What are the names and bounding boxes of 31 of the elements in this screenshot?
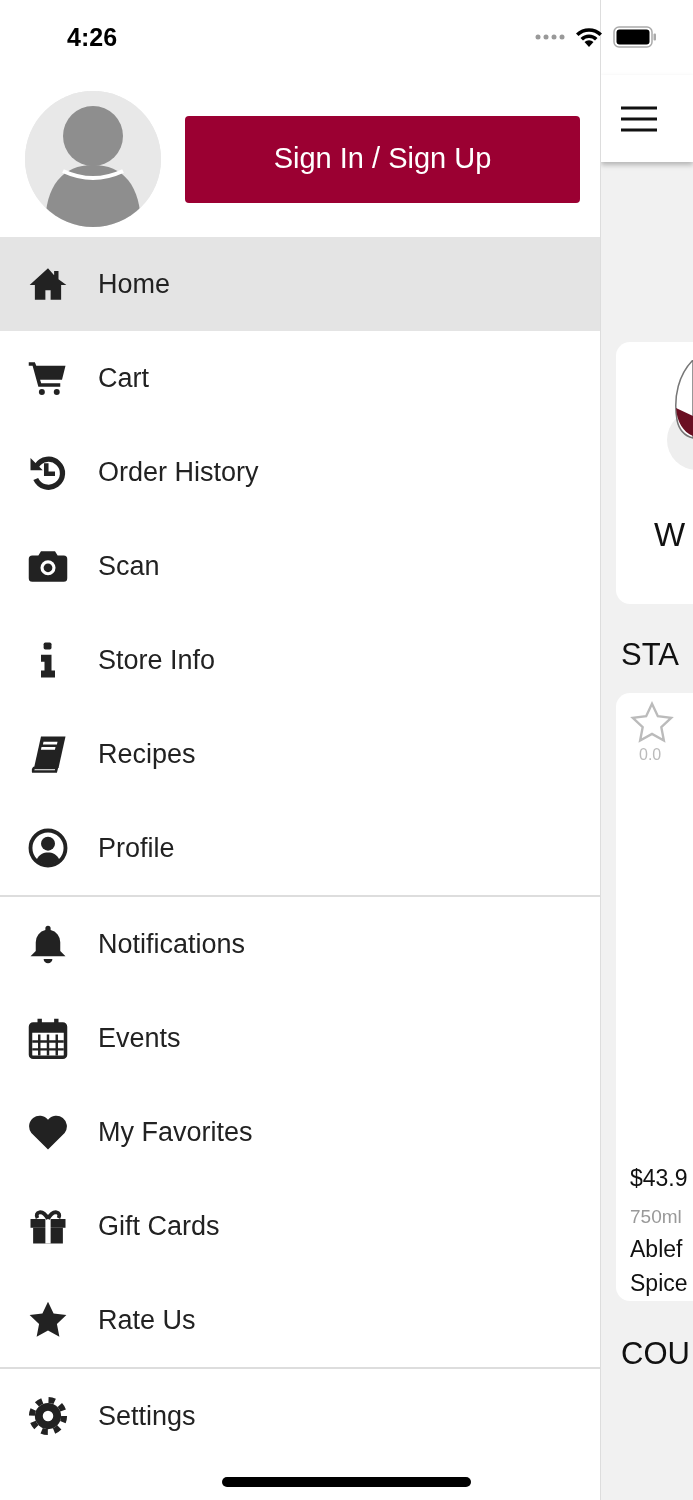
menu-item[interactable]: Gift Cards — [0, 1179, 600, 1273]
menu-item[interactable]: Recipes — [0, 707, 600, 801]
menu-item[interactable]: Home — [0, 237, 600, 331]
settings-icon — [27, 1395, 69, 1437]
sign-in-button[interactable]: Sign In / Sign Up — [185, 115, 580, 203]
rating-value: 0.0 — [638, 744, 663, 765]
product-size: 750ml — [630, 1205, 683, 1229]
menu-item[interactable]: Notifications — [0, 897, 600, 991]
signal-icon — [535, 34, 565, 40]
calendar-icon — [27, 1017, 69, 1059]
battery-icon — [613, 26, 657, 48]
star-icon — [630, 700, 674, 743]
product-price: $43.9 — [630, 1163, 689, 1193]
menu-item[interactable]: Order History — [0, 425, 600, 519]
status-time: 4:26 — [67, 21, 118, 53]
menu-item[interactable]: Events — [0, 991, 600, 1085]
wifi-icon — [575, 27, 603, 47]
product-name: Ablef — [630, 1234, 684, 1264]
menu-item[interactable]: My Favorites — [0, 1085, 600, 1179]
menu-item[interactable]: Settings — [0, 1369, 600, 1463]
product-name: Spice — [630, 1269, 689, 1298]
user-circle-icon — [27, 827, 69, 869]
menu-item[interactable]: Rate Us — [0, 1273, 600, 1367]
section-title: COU — [620, 1334, 691, 1373]
menu-icon[interactable] — [621, 105, 657, 132]
menu-item[interactable]: Cart — [0, 331, 600, 425]
menu-item[interactable]: Profile — [0, 801, 600, 895]
menu-item[interactable]: Scan — [0, 519, 600, 613]
card-title: W — [653, 515, 686, 555]
menu-item[interactable]: Store Info — [0, 613, 600, 707]
section-title: STA — [620, 636, 680, 674]
